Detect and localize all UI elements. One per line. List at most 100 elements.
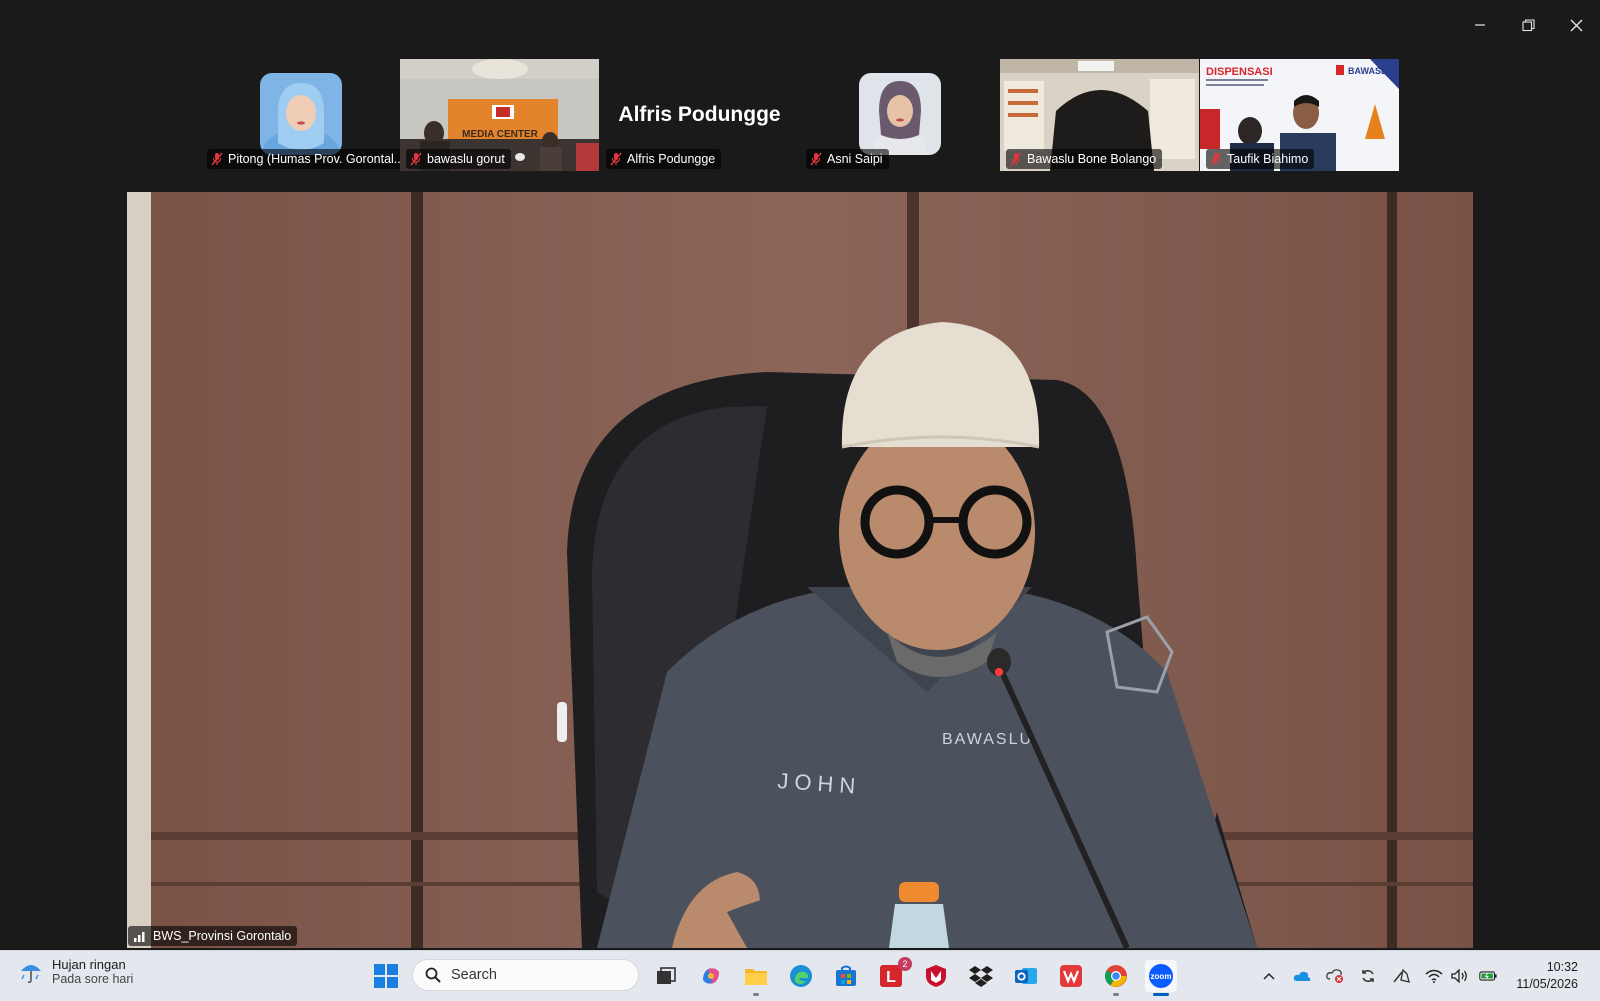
clock-date: 11/05/2026 [1516, 977, 1578, 991]
running-indicator [1113, 993, 1119, 996]
chevron-up-icon [1263, 972, 1275, 980]
mcafee-button[interactable] [920, 960, 952, 992]
restore-button[interactable] [1508, 10, 1548, 40]
bawaslu-logo-text: BAWASLU [1348, 66, 1393, 76]
outlook-button[interactable] [1010, 960, 1042, 992]
participant-nametag: Alfris Podungge [606, 149, 722, 169]
store-icon [836, 965, 856, 986]
wps-icon [1060, 965, 1082, 987]
cloud-error-icon [1326, 969, 1343, 983]
wifi-tray[interactable] [1425, 967, 1443, 985]
participant-nametag: Taufik Biahimo [1206, 149, 1315, 169]
participant-name: Alfris Podungge [627, 152, 716, 166]
mic-muted-icon [1010, 152, 1022, 166]
show-hidden-icons-button[interactable] [1260, 967, 1278, 985]
participant-display-name: Alfris Podungge [618, 103, 781, 126]
running-indicator [753, 993, 759, 996]
mcafee-shield-icon [926, 965, 946, 987]
minimize-button[interactable] [1460, 10, 1500, 40]
chrome-button[interactable] [1100, 960, 1132, 996]
uniform-org-tag: BAWASLU [942, 731, 1033, 748]
speaker-icon [1451, 969, 1467, 983]
main-speaker-nametag: BWS_Provinsi Gorontalo [128, 926, 298, 946]
main-speaker-video[interactable]: JOHN BAWASLU [127, 192, 1473, 948]
sync-icon [1362, 970, 1374, 982]
mic-muted-icon [410, 152, 422, 166]
zoom-button[interactable]: zoom [1145, 960, 1177, 996]
onedrive-tray[interactable] [1293, 967, 1311, 985]
microsoft-store-button[interactable] [830, 960, 862, 992]
participant-nametag: bawaslu gorut [406, 149, 511, 169]
speaker-scene: JOHN BAWASLU [127, 192, 1473, 948]
zoom-icon: zoom [1149, 964, 1173, 988]
folder-icon [745, 969, 767, 985]
sync-tray[interactable] [1359, 967, 1377, 985]
participant-tile[interactable]: Pitong (Humas Prov. Gorontal... [201, 59, 400, 171]
weather-subtitle: Pada sore hari [52, 972, 134, 986]
signal-bars-icon [134, 932, 145, 942]
dropbox-button[interactable] [965, 960, 997, 992]
svg-text:zoom: zoom [1151, 972, 1172, 981]
outlook-icon [1015, 968, 1037, 984]
participant-name: Asni Saipi [827, 152, 883, 166]
search-placeholder: Search [451, 967, 497, 983]
dispensasi-banner: DISPENSASI [1206, 66, 1273, 78]
chrome-icon [1105, 965, 1127, 987]
task-view-button[interactable] [650, 960, 682, 992]
taskbar-search[interactable]: Search [412, 959, 639, 991]
copilot-icon [703, 968, 719, 984]
participant-tile[interactable]: Asni Saipi [800, 59, 999, 171]
onedrive-error-tray[interactable] [1326, 967, 1344, 985]
clock-time: 10:32 [1546, 960, 1578, 974]
weather-widget[interactable]: Hujan ringan Pada sore hari [18, 957, 133, 986]
participant-nametag: Pitong (Humas Prov. Gorontal... [207, 149, 400, 169]
minimize-icon [1475, 24, 1485, 26]
wps-button[interactable] [1055, 960, 1087, 992]
mic-location-tray[interactable] [1392, 967, 1410, 985]
active-indicator [1153, 993, 1169, 996]
participant-name: bawaslu gorut [427, 152, 505, 166]
participant-nametag: Bawaslu Bone Bolango [1006, 149, 1163, 169]
participant-name: Pitong (Humas Prov. Gorontal... [228, 152, 400, 166]
pen-mic-icon [1393, 968, 1410, 983]
participant-strip: Pitong (Humas Prov. Gorontal... MEDIA CE… [0, 59, 1600, 171]
taskbar: Hujan ringan Pada sore hari Search L 2 z… [0, 950, 1600, 1001]
participant-name: Bawaslu Bone Bolango [1027, 152, 1157, 166]
participant-name: Taufik Biahimo [1227, 152, 1309, 166]
edge-button[interactable] [785, 960, 817, 992]
taskbar-clock[interactable]: 10:32 11/05/2026 [1516, 959, 1578, 993]
mic-muted-icon [810, 152, 822, 166]
search-icon [425, 967, 441, 983]
participant-avatar [259, 73, 342, 155]
mic-muted-icon [1210, 152, 1222, 166]
close-button[interactable] [1556, 10, 1596, 40]
participant-tile[interactable]: Bawaslu Bone Bolango [1000, 59, 1199, 171]
media-center-sign: MEDIA CENTER [462, 129, 539, 140]
close-icon [1570, 19, 1582, 31]
task-view-icon [657, 967, 676, 984]
rain-umbrella-icon [21, 964, 41, 983]
participant-tile[interactable]: DISPENSASI BAWASLU Taufik Biahimo [1200, 59, 1399, 171]
mic-muted-icon [610, 152, 622, 166]
lark-button[interactable]: L 2 [875, 957, 912, 992]
volume-tray[interactable] [1451, 967, 1469, 985]
participant-tile[interactable]: MEDIA CENTER bawaslu gorut [400, 59, 599, 171]
edge-icon [790, 965, 812, 987]
restore-icon [1521, 18, 1535, 31]
battery-charging-icon [1479, 971, 1497, 981]
copilot-button[interactable] [695, 960, 727, 992]
mic-muted-icon [211, 152, 223, 166]
wifi-icon [1425, 969, 1443, 983]
file-explorer-button[interactable] [740, 960, 772, 996]
svg-text:L: L [886, 969, 896, 986]
onedrive-cloud-icon [1293, 971, 1311, 981]
windows-start-icon[interactable] [373, 963, 399, 989]
participant-avatar [858, 73, 941, 155]
notification-badge: 2 [898, 957, 912, 971]
weather-title: Hujan ringan [52, 957, 126, 972]
main-speaker-name: BWS_Provinsi Gorontalo [153, 929, 292, 943]
battery-tray[interactable] [1479, 967, 1497, 985]
participant-nametag: Asni Saipi [806, 149, 889, 169]
dropbox-icon [969, 966, 993, 987]
participant-tile[interactable]: Alfris Podungge Alfris Podungge [600, 59, 799, 171]
